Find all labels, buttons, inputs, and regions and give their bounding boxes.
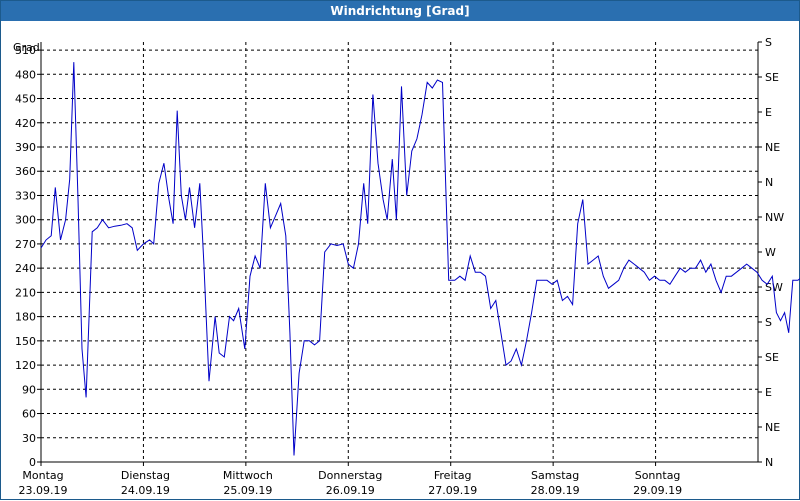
right-tick-label: SE	[765, 71, 779, 84]
y-tick-label: 60	[22, 408, 36, 421]
y-tick-label: 480	[15, 68, 36, 81]
x-tick-label-date: 27.09.19	[428, 484, 477, 497]
chart-svg: 0 30 60 90 120 150 180 210 240 270 300 330 360 390 420…	[13, 36, 800, 497]
right-tick-label: N	[765, 176, 773, 189]
y-tick-label: 120	[15, 359, 36, 372]
right-tick-label: W	[765, 246, 776, 259]
right-tick-label: NE	[765, 421, 780, 434]
y-tick-label: 390	[15, 141, 36, 154]
chart-window: Windrichtung [Grad] 0 30 60 90 120 150 180 210 2…	[0, 0, 800, 500]
right-tick-label: E	[765, 106, 772, 119]
y-tick-label: 300	[15, 214, 36, 227]
axes	[37, 41, 762, 466]
x-tick-label-date: 23.09.19	[19, 484, 68, 497]
y-tick-label: 330	[15, 189, 36, 202]
right-tick-label: E	[765, 386, 772, 399]
x-tick-label-day: Sonntag	[635, 469, 681, 482]
x-tick-label-date: 26.09.19	[326, 484, 375, 497]
grid-lines	[41, 42, 758, 462]
y-tick-label: 420	[15, 117, 36, 130]
x-tick-label-day: Donnerstag	[318, 469, 382, 482]
x-tick-label-day: Mittwoch	[223, 469, 273, 482]
x-tick-label-day: Freitag	[434, 469, 472, 482]
y-tick-label: 360	[15, 165, 36, 178]
y-tick-label: 450	[15, 93, 36, 106]
y-tick-label: 150	[15, 335, 36, 348]
right-tick-label: S	[765, 36, 772, 49]
y-axis-right-tick-labels: NNEESESSWWNWNNEESES	[765, 36, 784, 469]
y-tick-label: 0	[29, 456, 36, 469]
x-tick-label-day: Dienstag	[121, 469, 170, 482]
x-tick-label-date: 28.09.19	[531, 484, 580, 497]
x-axis-tick-labels: Montag 23.09.19 Dienstag 24.09.19 Mittwoch 25…	[19, 469, 683, 497]
x-tick-label-date: 25.09.19	[223, 484, 272, 497]
y-tick-label: 90	[22, 383, 36, 396]
right-tick-label: N	[765, 456, 773, 469]
series-group	[40, 62, 800, 456]
y-axis-label: Grad	[13, 41, 40, 54]
y-tick-label: 180	[15, 311, 36, 324]
x-tick-label-day: Samstag	[531, 469, 579, 482]
right-tick-label: SE	[765, 351, 779, 364]
y-tick-label: 240	[15, 262, 36, 275]
right-tick-label: NE	[765, 141, 780, 154]
x-tick-label-day: Montag	[22, 469, 63, 482]
right-tick-label: S	[765, 316, 772, 329]
y-axis-left-tick-labels: 0 30 60 90 120 150 180 210 240 270 300 330 360 390 420…	[15, 44, 36, 469]
x-tick-label-date: 24.09.19	[121, 484, 170, 497]
right-tick-label: NW	[765, 211, 784, 224]
y-tick-label: 30	[22, 432, 36, 445]
y-tick-label: 270	[15, 238, 36, 251]
series-line	[40, 62, 800, 456]
x-tick-label-date: 29.09.19	[633, 484, 682, 497]
y-tick-label: 210	[15, 286, 36, 299]
